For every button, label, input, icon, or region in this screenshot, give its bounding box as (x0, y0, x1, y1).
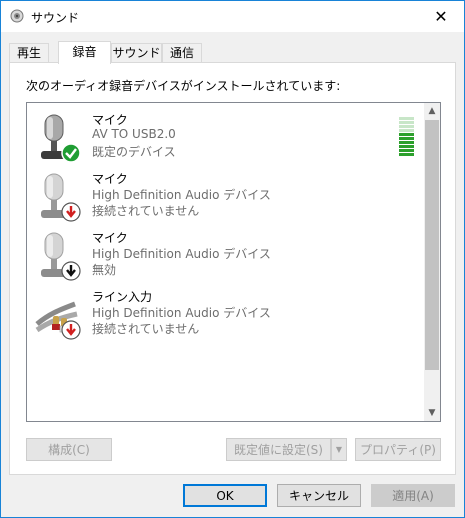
device-status: 接続されていません (92, 204, 200, 218)
close-icon: ✕ (434, 7, 448, 26)
level-segment (399, 149, 414, 152)
down-arrow-badge-red-icon (61, 202, 81, 222)
ok-button[interactable]: OK (183, 484, 267, 507)
set-default-button[interactable]: 既定値に設定(S) (226, 438, 331, 461)
chevron-down-icon: ▼ (428, 408, 436, 418)
scroll-down-button[interactable]: ▼ (424, 405, 440, 421)
device-name: マイク (92, 231, 128, 245)
level-segment (399, 121, 414, 124)
scroll-thumb[interactable] (425, 120, 439, 370)
device-description: AV TO USB2.0 (92, 127, 176, 141)
level-segment (399, 117, 414, 120)
device-status: 既定のデバイス (92, 145, 176, 159)
cancel-button[interactable]: キャンセル (277, 484, 361, 507)
title-bar[interactable]: サウンド ✕ (1, 1, 464, 32)
list-item-device-3[interactable]: マイク High Definition Audio デバイス 無効 (27, 225, 425, 285)
configure-button[interactable]: 構成(C) (26, 438, 112, 461)
tab-communications[interactable]: 通信 (162, 43, 202, 62)
tab-recording[interactable]: 録音 (58, 41, 111, 64)
device-status: 接続されていません (92, 322, 200, 336)
level-segment (399, 125, 414, 128)
set-default-dropdown-button[interactable]: ▼ (331, 438, 347, 461)
device-description: High Definition Audio デバイス (92, 306, 271, 320)
device-description: High Definition Audio デバイス (92, 247, 271, 261)
down-arrow-badge-red-icon (61, 320, 81, 340)
apply-button[interactable]: 適用(A) (371, 484, 455, 507)
down-arrow-badge-black-icon (61, 261, 81, 281)
tab-sounds[interactable]: サウンド (111, 43, 162, 62)
list-item-device-1[interactable]: マイク AV TO USB2.0 既定のデバイス (27, 107, 425, 167)
check-badge-icon (61, 143, 81, 163)
chevron-down-icon: ▼ (335, 445, 343, 454)
device-list[interactable]: マイク AV TO USB2.0 既定のデバイス マイク High Defini… (26, 102, 441, 422)
device-name: マイク (92, 172, 128, 186)
level-segment (399, 133, 414, 136)
device-name: ライン入力 (92, 290, 153, 304)
level-segment (399, 145, 414, 148)
scroll-up-button[interactable]: ▲ (424, 103, 440, 119)
level-segment (399, 141, 414, 144)
device-name: マイク (92, 113, 128, 127)
tab-playback[interactable]: 再生 (9, 43, 49, 62)
list-item-device-4[interactable]: ライン入力 High Definition Audio デバイス 接続されていま… (27, 284, 425, 344)
sound-dialog: サウンド ✕ 再生 録音 サウンド 通信 次のオーディオ録音デバイスがインストー… (0, 0, 465, 518)
level-segment (399, 129, 414, 132)
level-segment (399, 153, 414, 156)
device-description: High Definition Audio デバイス (92, 188, 271, 202)
close-button[interactable]: ✕ (418, 1, 464, 32)
level-meter (399, 117, 415, 157)
instruction-text: 次のオーディオ録音デバイスがインストールされています: (26, 79, 341, 93)
window-title: サウンド (31, 11, 80, 25)
recording-panel: 次のオーディオ録音デバイスがインストールされています: マイク AV TO US… (9, 62, 456, 475)
list-item-device-2[interactable]: マイク High Definition Audio デバイス 接続されていません (27, 166, 425, 226)
chevron-up-icon: ▲ (428, 106, 436, 116)
vertical-scrollbar[interactable]: ▲ ▼ (424, 103, 440, 421)
speaker-icon (10, 9, 24, 23)
device-status: 無効 (92, 263, 117, 277)
properties-button[interactable]: プロパティ(P) (355, 438, 441, 461)
level-segment (399, 137, 414, 140)
